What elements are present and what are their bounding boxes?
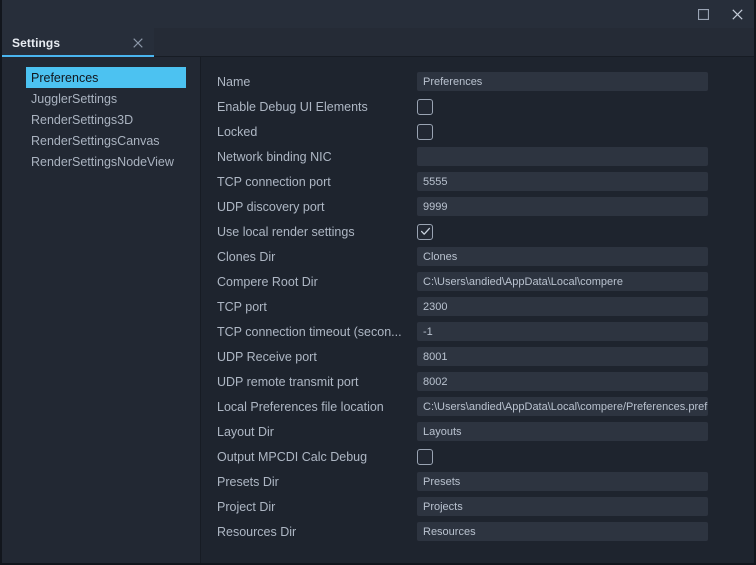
input-layout-dir[interactable]: Layouts <box>417 422 708 441</box>
close-icon <box>731 8 743 20</box>
tab-settings[interactable]: Settings <box>2 28 154 57</box>
sidebar-item-label: RenderSettings3D <box>31 112 134 127</box>
input-compere-root-dir[interactable]: C:\Users\andied\AppData\Local\compere <box>417 272 708 291</box>
property-label-udp-discovery-port: UDP discovery port <box>217 199 325 214</box>
property-label-presets-dir: Presets Dir <box>217 474 279 489</box>
property-row: Presets Dir Presets <box>217 469 708 494</box>
input-network-binding-nic[interactable] <box>417 147 708 166</box>
property-label-udp-receive-port: UDP Receive port <box>217 349 317 364</box>
property-row: UDP Receive port 8001 <box>217 344 708 369</box>
input-udp-remote-transmit-port[interactable]: 8002 <box>417 372 708 391</box>
input-resources-dir[interactable]: Resources <box>417 522 708 541</box>
property-row: Use local render settings <box>217 219 708 244</box>
property-label-network-binding-nic: Network binding NIC <box>217 149 332 164</box>
settings-property-form: Name Preferences Enable Debug UI Elements L… <box>203 57 754 563</box>
property-label-locked: Locked <box>217 124 258 139</box>
input-tcp-connection-port[interactable]: 5555 <box>417 172 708 191</box>
close-button[interactable] <box>720 0 754 28</box>
property-label-output-mpcdi-calc-debug: Output MPCDI Calc Debug <box>217 449 368 464</box>
property-row: Resources Dir Resources <box>217 519 708 544</box>
property-label-enable-debug-ui-elements: Enable Debug UI Elements <box>217 99 368 114</box>
input-presets-dir[interactable]: Presets <box>417 472 708 491</box>
input-clones-dir[interactable]: Clones <box>417 247 708 266</box>
property-row: Output MPCDI Calc Debug <box>217 444 708 469</box>
property-label-udp-remote-transmit-port: UDP remote transmit port <box>217 374 359 389</box>
maximize-icon <box>697 8 709 20</box>
sidebar-item-label: RenderSettingsNodeView <box>31 154 174 169</box>
property-row: Project Dir Projects <box>217 494 708 519</box>
sidebar-item-rendersettingsnodeview[interactable]: RenderSettingsNodeView <box>26 151 186 172</box>
property-row: Compere Root Dir C:\Users\andied\AppData\… <box>217 269 708 294</box>
property-row: TCP connection timeout (secon... -1 <box>217 319 708 344</box>
window-title-bar <box>2 0 754 28</box>
tab-bar-empty-area <box>154 28 754 57</box>
check-icon <box>420 226 431 237</box>
checkbox-use-local-render-settings[interactable] <box>417 223 433 240</box>
sidebar-item-label: RenderSettingsCanvas <box>31 133 160 148</box>
input-project-dir[interactable]: Projects <box>417 497 708 516</box>
property-row: Local Preferences file location C:\Users\… <box>217 394 708 419</box>
property-row: Layout Dir Layouts <box>217 419 708 444</box>
property-label-layout-dir: Layout Dir <box>217 424 274 439</box>
property-label-local-preferences-file-location: Local Preferences file location <box>217 399 384 414</box>
property-row: Locked <box>217 119 708 144</box>
checkbox-locked[interactable] <box>417 123 433 140</box>
property-row: Network binding NIC <box>217 144 708 169</box>
property-label-use-local-render-settings: Use local render settings <box>217 224 355 239</box>
tab-bar: Settings <box>2 28 754 57</box>
sidebar-item-jugglersettings[interactable]: JugglerSettings <box>26 88 186 109</box>
sidebar-item-rendersettings3d[interactable]: RenderSettings3D <box>26 109 186 130</box>
tab-settings-label: Settings <box>12 35 61 50</box>
property-row: TCP port 2300 <box>217 294 708 319</box>
input-udp-discovery-port[interactable]: 9999 <box>417 197 708 216</box>
property-label-clones-dir: Clones Dir <box>217 249 276 264</box>
input-tcp-port[interactable]: 2300 <box>417 297 708 316</box>
sidebar-item-label: JugglerSettings <box>31 91 118 106</box>
input-name[interactable]: Preferences <box>417 72 708 91</box>
maximize-button[interactable] <box>686 0 720 28</box>
checkbox-enable-debug-ui-elements[interactable] <box>417 98 433 115</box>
settings-category-list: Preferences JugglerSettings RenderSettin… <box>2 57 200 563</box>
property-label-tcp-port: TCP port <box>217 299 267 314</box>
property-label-resources-dir: Resources Dir <box>217 524 297 539</box>
property-row: UDP discovery port 9999 <box>217 194 708 219</box>
tab-active-indicator <box>2 55 154 57</box>
property-row: UDP remote transmit port 8002 <box>217 369 708 394</box>
input-tcp-connection-timeout-secon[interactable]: -1 <box>417 322 708 341</box>
property-label-name: Name <box>217 74 251 89</box>
property-row: Enable Debug UI Elements <box>217 94 708 119</box>
input-local-preferences-file-location[interactable]: C:\Users\andied\AppData\Local\compere/Pr… <box>417 397 708 416</box>
checkbox-output-mpcdi-calc-debug[interactable] <box>417 448 433 465</box>
window-content: Preferences JugglerSettings RenderSettin… <box>2 57 754 563</box>
property-row: Clones Dir Clones <box>217 244 708 269</box>
property-label-project-dir: Project Dir <box>217 499 276 514</box>
property-label-tcp-connection-port: TCP connection port <box>217 174 331 189</box>
input-udp-receive-port[interactable]: 8001 <box>417 347 708 366</box>
property-label-tcp-connection-timeout-secon: TCP connection timeout (secon... <box>217 324 402 339</box>
property-label-compere-root-dir: Compere Root Dir <box>217 274 318 289</box>
property-row: TCP connection port 5555 <box>217 169 708 194</box>
property-row: Name Preferences <box>217 69 708 94</box>
tab-close-icon[interactable] <box>131 36 145 50</box>
sidebar-item-rendersettingscanvas[interactable]: RenderSettingsCanvas <box>26 130 186 151</box>
sidebar-item-preferences[interactable]: Preferences <box>26 67 186 88</box>
settings-window: Settings Preferences JugglerSettings Ren… <box>0 0 756 565</box>
sidebar-item-label: Preferences <box>31 70 99 85</box>
